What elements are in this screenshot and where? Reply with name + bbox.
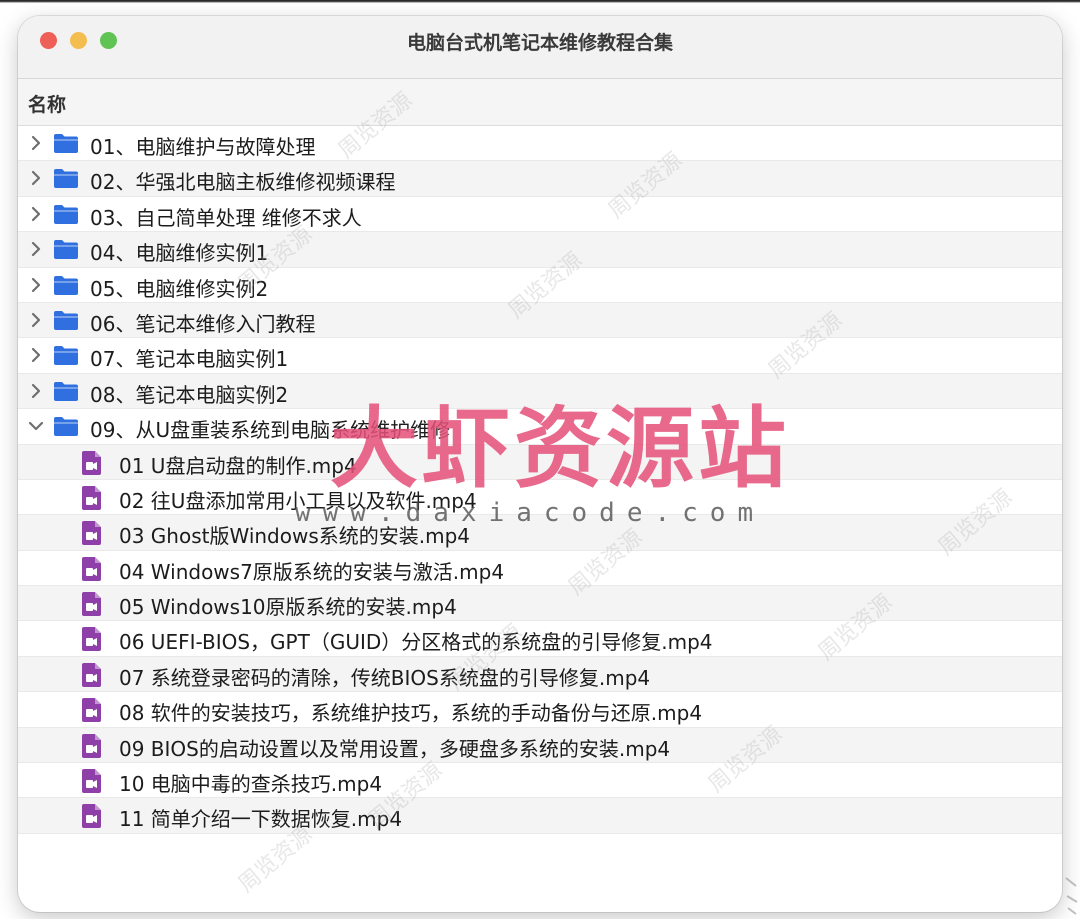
folder-icon (53, 204, 79, 225)
chevron-right-icon[interactable] (26, 239, 46, 259)
file-name: 10 电脑中毒的查杀技巧.mp4 (119, 772, 383, 797)
chevron-right-icon[interactable] (26, 310, 46, 330)
folder-icon (53, 345, 79, 366)
video-file-icon (82, 804, 102, 829)
window-title: 电脑台式机笔记本维修教程合集 (406, 32, 673, 54)
video-file-icon (82, 521, 102, 546)
file-name: 04 Windows7原版系统的安装与激活.mp4 (119, 559, 505, 584)
file-row[interactable]: 10 电脑中毒的查杀技巧.mp4 (18, 763, 1062, 799)
folder-row[interactable]: 05、电脑维修实例2 (18, 268, 1062, 303)
file-row[interactable]: 04 Windows7原版系统的安装与激活.mp4 (18, 551, 1062, 587)
folder-name: 03、自己简单处理 维修不求人 (90, 205, 362, 230)
chevron-right-icon[interactable] (26, 133, 46, 153)
folder-row[interactable]: 01、电脑维护与故障处理 (18, 126, 1062, 162)
folder-icon (53, 416, 79, 437)
title-bar: 电脑台式机笔记本维修教程合集 (18, 16, 1062, 79)
chevron-right-icon[interactable] (26, 204, 46, 224)
video-file-icon (82, 662, 102, 687)
folder-icon (53, 381, 79, 402)
file-name: 05 Windows10原版系统的安装.mp4 (119, 595, 457, 620)
file-row[interactable]: 11 简单介绍一下数据恢复.mp4 (18, 798, 1062, 834)
folder-row[interactable]: 03、自己简单处理 维修不求人 (18, 197, 1062, 233)
folder-name: 09、从U盘重装系统到电脑系统维护维修 (90, 418, 451, 443)
video-file-icon (82, 733, 102, 758)
chevron-down-icon[interactable] (26, 416, 46, 436)
column-header[interactable]: 名称 (18, 79, 1062, 126)
folder-name: 05、电脑维修实例2 (90, 276, 269, 301)
file-row[interactable]: 08 软件的安装技巧，系统维护技巧，系统的手动备份与还原.mp4 (18, 692, 1062, 728)
chevron-right-icon[interactable] (26, 275, 46, 295)
folder-icon (53, 275, 79, 296)
file-row[interactable]: 05 Windows10原版系统的安装.mp4 (18, 586, 1062, 622)
column-header-name[interactable]: 名称 (28, 90, 66, 117)
folder-row[interactable]: 04、电脑维修实例1 (18, 232, 1062, 268)
file-row[interactable]: 07 系统登录密码的清除，传统BIOS系统盘的引导修复.mp4 (18, 656, 1062, 693)
file-name: 07 系统登录密码的清除，传统BIOS系统盘的引导修复.mp4 (119, 665, 651, 690)
video-file-icon (82, 450, 102, 475)
chevron-right-icon[interactable] (26, 168, 46, 188)
chevron-right-icon[interactable] (26, 381, 46, 401)
finder-window: 电脑台式机笔记本维修教程合集 名称 01、电脑维护与故障处理 02、华强北电脑主板… (18, 16, 1062, 912)
folder-icon (53, 239, 79, 260)
file-row[interactable]: 09 BIOS的启动设置以及常用设置，多硬盘多系统的安装.mp4 (18, 727, 1062, 764)
file-name: 06 UEFI-BIOS，GPT（GUID）分区格式的系统盘的引导修复.mp4 (119, 630, 713, 655)
corner-watermark-mark (1064, 870, 1080, 916)
folder-name: 07、笔记本电脑实例1 (90, 347, 289, 372)
file-row[interactable]: 01 U盘启动盘的制作.mp4 (18, 444, 1062, 480)
folder-icon (53, 310, 79, 331)
file-name: 09 BIOS的启动设置以及常用设置，多硬盘多系统的安装.mp4 (119, 736, 671, 761)
file-row[interactable]: 02 往U盘添加常用小工具以及软件.mp4 (18, 480, 1062, 516)
video-file-icon (82, 627, 102, 652)
folder-row[interactable]: 06、笔记本维修入门教程 (18, 302, 1062, 339)
video-file-icon (82, 485, 102, 510)
file-list: 01、电脑维护与故障处理 02、华强北电脑主板维修视频课程 03、自己简单处理 维修… (18, 126, 1062, 834)
folder-icon (53, 168, 79, 189)
folder-name: 08、笔记本电脑实例2 (90, 382, 289, 407)
folder-name: 02、华强北电脑主板维修视频课程 (90, 170, 396, 195)
folder-name: 04、电脑维修实例1 (90, 241, 269, 266)
folder-row[interactable]: 02、华强北电脑主板维修视频课程 (18, 161, 1062, 197)
video-file-icon (82, 556, 102, 581)
video-file-icon (82, 592, 102, 617)
file-name: 01 U盘启动盘的制作.mp4 (119, 453, 357, 478)
chevron-right-icon[interactable] (26, 345, 46, 365)
file-name: 03 Ghost版Windows系统的安装.mp4 (119, 524, 471, 549)
folder-row[interactable]: 07、笔记本电脑实例1 (18, 338, 1062, 374)
folder-name: 01、电脑维护与故障处理 (90, 135, 316, 159)
folder-row[interactable]: 09、从U盘重装系统到电脑系统维护维修 (18, 409, 1062, 445)
video-file-icon (82, 698, 102, 723)
folder-row[interactable]: 08、笔记本电脑实例2 (18, 373, 1062, 410)
folder-icon (53, 133, 79, 154)
folder-name: 06、笔记本维修入门教程 (90, 311, 316, 336)
file-name: 02 往U盘添加常用小工具以及软件.mp4 (119, 488, 477, 513)
video-file-icon (82, 769, 102, 794)
file-row[interactable]: 03 Ghost版Windows系统的安装.mp4 (18, 515, 1062, 551)
file-row[interactable]: 06 UEFI-BIOS，GPT（GUID）分区格式的系统盘的引导修复.mp4 (18, 621, 1062, 657)
file-name: 08 软件的安装技巧，系统维护技巧，系统的手动备份与还原.mp4 (119, 701, 703, 726)
file-name: 11 简单介绍一下数据恢复.mp4 (119, 807, 403, 832)
screen-top-edge (0, 0, 1080, 3)
